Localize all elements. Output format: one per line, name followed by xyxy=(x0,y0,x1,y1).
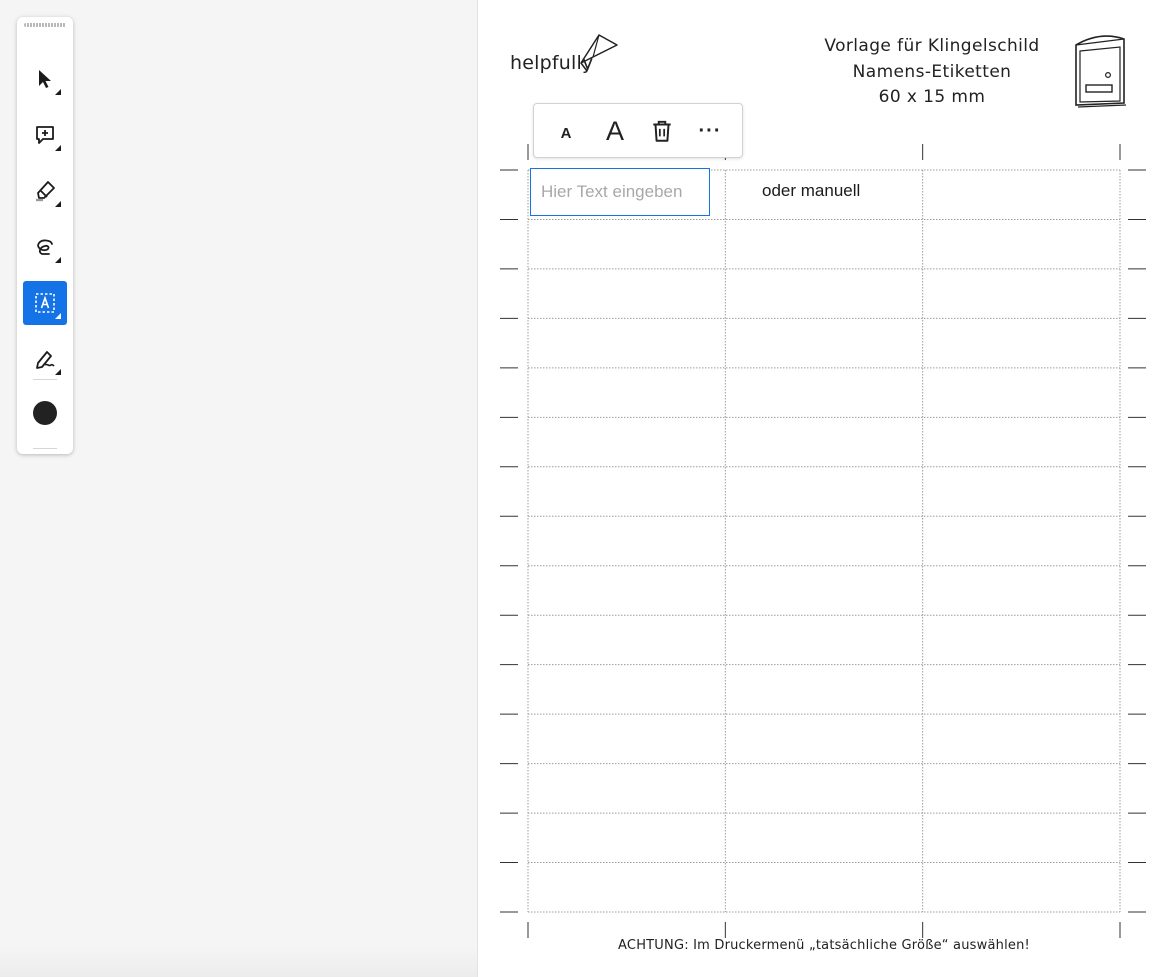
pen-sign-icon xyxy=(36,351,55,369)
highlight-tool-button[interactable] xyxy=(23,169,67,213)
add-comment-tool-button[interactable] xyxy=(23,113,67,157)
title-line: 60 x 15 mm xyxy=(878,87,986,107)
delete-text-button[interactable] xyxy=(646,110,678,152)
document-title: Vorlage für Klingelschild Namens-Etikett… xyxy=(800,34,1064,111)
increase-font-size-button[interactable]: A xyxy=(598,110,632,152)
canvas-bottom-edge xyxy=(0,945,477,977)
label-text-input[interactable] xyxy=(530,168,710,216)
more-options-button[interactable]: ··· xyxy=(694,110,726,152)
select-tool-button[interactable] xyxy=(23,57,67,101)
toolbar-drag-handle[interactable] xyxy=(24,23,66,27)
paper-flag-icon xyxy=(580,34,618,72)
toolbar-separator xyxy=(33,448,57,449)
arrow-pointer-icon xyxy=(39,70,51,88)
sign-tool-button[interactable] xyxy=(23,337,67,381)
label-text-manual[interactable]: oder manuell xyxy=(762,181,860,201)
text-box-tool-button[interactable] xyxy=(23,281,67,325)
comment-plus-icon xyxy=(36,126,54,144)
annotation-toolbar xyxy=(17,17,73,454)
toolbar-separator xyxy=(33,379,57,380)
print-warning-note: ACHTUNG: Im Druckermenü „tatsächliche Gr… xyxy=(618,938,1030,953)
color-picker-swatch[interactable] xyxy=(33,401,57,425)
text-format-bar: A A ··· xyxy=(533,103,743,158)
draw-tool-button[interactable] xyxy=(23,225,67,269)
freehand-loop-icon xyxy=(37,239,53,255)
decrease-font-size-button[interactable]: A xyxy=(552,110,580,152)
text-box-icon xyxy=(35,293,55,313)
mailbox-icon xyxy=(1075,35,1127,108)
trash-icon xyxy=(653,120,671,142)
highlighter-icon xyxy=(36,181,55,202)
title-line: Vorlage für Klingelschild xyxy=(824,36,1040,56)
title-line: Namens-Etiketten xyxy=(852,61,1012,82)
